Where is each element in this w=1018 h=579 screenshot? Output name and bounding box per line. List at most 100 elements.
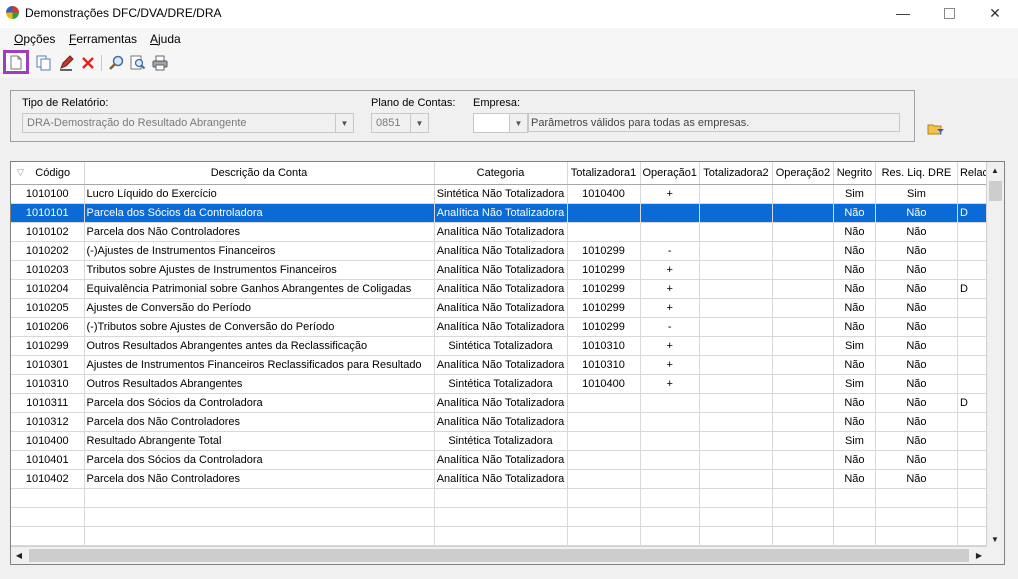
table-cell[interactable]: 1010102 [11,222,85,242]
table-cell[interactable] [640,431,700,451]
table-cell[interactable] [772,241,834,261]
table-cell[interactable]: Não [875,241,958,261]
table-cell[interactable]: - [640,241,700,261]
table-cell[interactable]: + [640,336,700,356]
edit-button[interactable] [56,53,76,73]
table-cell[interactable]: Equivalência Patrimonial sobre Ganhos Ab… [84,279,435,299]
table-cell[interactable]: Não [833,450,876,470]
table-cell[interactable]: Sim [833,431,876,451]
table-cell[interactable] [772,222,834,242]
table-cell[interactable]: Analítica Não Totalizadora [434,241,568,261]
table-cell[interactable]: 1010299 [567,298,641,318]
table-cell[interactable] [699,450,773,470]
table-cell[interactable]: Não [875,298,958,318]
table-cell[interactable]: 1010299 [11,336,85,356]
table-cell[interactable]: Parcela dos Não Controladores [84,222,435,242]
table-cell[interactable]: Não [875,317,958,337]
new-button[interactable] [3,50,29,74]
table-cell[interactable]: 1010299 [567,317,641,337]
table-cell[interactable]: Parcela dos Não Controladores [84,469,435,489]
table-cell[interactable] [772,203,834,223]
close-window-button[interactable]: ✕ [972,0,1018,26]
table-cell[interactable] [640,412,700,432]
vertical-scroll-thumb[interactable] [989,181,1002,201]
table-cell[interactable]: Analítica Não Totalizadora [434,298,568,318]
table-cell[interactable]: Tributos sobre Ajustes de Instrumentos F… [84,260,435,280]
table-cell[interactable]: + [640,184,700,204]
table-cell[interactable]: Não [833,393,876,413]
table-row[interactable]: 1010400 Resultado Abrangente Total Sintéti… [11,431,998,451]
table-cell[interactable]: Não [875,336,958,356]
copy-button[interactable] [34,53,54,73]
table-cell[interactable]: Não [875,279,958,299]
table-cell[interactable] [699,298,773,318]
zoom-button[interactable] [128,53,148,73]
table-cell[interactable]: Lucro Líquido do Exercício [84,184,435,204]
table-cell[interactable] [772,184,834,204]
table-cell[interactable]: 1010202 [11,241,85,261]
table-cell[interactable] [699,355,773,375]
table-cell[interactable]: 1010100 [11,184,85,204]
table-cell[interactable] [699,241,773,261]
table-cell[interactable]: Não [833,203,876,223]
table-cell[interactable]: Parcela dos Não Controladores [84,412,435,432]
column-header[interactable]: Totalizadora2 [699,162,773,185]
table-cell[interactable]: 1010206 [11,317,85,337]
table-cell[interactable] [699,222,773,242]
table-cell[interactable]: 1010101 [11,203,85,223]
table-cell[interactable]: 1010310 [567,336,641,356]
table-row[interactable]: 1010299 Outros Resultados Abrangentes ant… [11,336,998,356]
table-cell[interactable]: Sintética Não Totalizadora [434,184,568,204]
table-cell[interactable]: (-)Ajustes de Instrumentos Financeiros [84,241,435,261]
table-cell[interactable] [772,336,834,356]
table-cell[interactable]: Parcela dos Sócios da Controladora [84,203,435,223]
table-cell[interactable] [772,279,834,299]
table-cell[interactable] [699,279,773,299]
table-cell[interactable]: Sintética Totalizadora [434,336,568,356]
table-cell[interactable] [772,469,834,489]
table-cell[interactable] [640,222,700,242]
print-button[interactable] [150,53,170,73]
table-cell[interactable]: + [640,355,700,375]
table-row[interactable]: 1010101 Parcela dos Sócios da Controlador… [11,203,998,223]
column-header[interactable]: Categoria [434,162,568,185]
column-header[interactable]: Negrito [833,162,876,185]
table-row[interactable]: 1010310 Outros Resultados Abrangentes Sint… [11,374,998,394]
scroll-up-icon[interactable]: ▲ [987,162,1003,178]
scroll-right-icon[interactable]: ▶ [971,547,987,563]
table-cell[interactable]: Analítica Não Totalizadora [434,260,568,280]
table-cell[interactable] [772,412,834,432]
table-cell[interactable]: Sintética Totalizadora [434,431,568,451]
table-cell[interactable] [567,469,641,489]
table-cell[interactable]: 1010203 [11,260,85,280]
scroll-left-icon[interactable]: ◀ [11,547,27,563]
table-cell[interactable] [640,393,700,413]
table-cell[interactable]: Outros Resultados Abrangentes [84,374,435,394]
table-cell[interactable]: 1010400 [567,374,641,394]
column-header[interactable]: Totalizadora1 [567,162,641,185]
table-cell[interactable]: 1010400 [11,431,85,451]
table-cell[interactable]: Não [875,469,958,489]
table-cell[interactable]: Analítica Não Totalizadora [434,450,568,470]
table-cell[interactable]: Analítica Não Totalizadora [434,279,568,299]
vertical-scrollbar[interactable]: ▲ ▼ [986,162,1004,547]
table-cell[interactable] [699,412,773,432]
table-cell[interactable]: Não [833,469,876,489]
table-cell[interactable]: Não [875,412,958,432]
table-cell[interactable]: Sim [875,184,958,204]
table-cell[interactable] [699,184,773,204]
table-cell[interactable]: Não [875,374,958,394]
table-cell[interactable]: Analítica Não Totalizadora [434,317,568,337]
table-cell[interactable]: Não [833,317,876,337]
table-cell[interactable]: Não [833,260,876,280]
table-row[interactable]: 1010204 Equivalência Patrimonial sobre Ga… [11,279,998,299]
table-cell[interactable] [567,412,641,432]
table-cell[interactable]: Ajustes de Conversão do Período [84,298,435,318]
table-cell[interactable] [640,203,700,223]
filter-folder-button[interactable] [927,122,945,139]
table-row[interactable]: 1010203 Tributos sobre Ajustes de Instrum… [11,260,998,280]
table-cell[interactable]: Não [875,222,958,242]
table-cell[interactable] [567,450,641,470]
table-cell[interactable]: Ajustes de Instrumentos Financeiros Recl… [84,355,435,375]
column-header[interactable]: Operação2 [772,162,834,185]
